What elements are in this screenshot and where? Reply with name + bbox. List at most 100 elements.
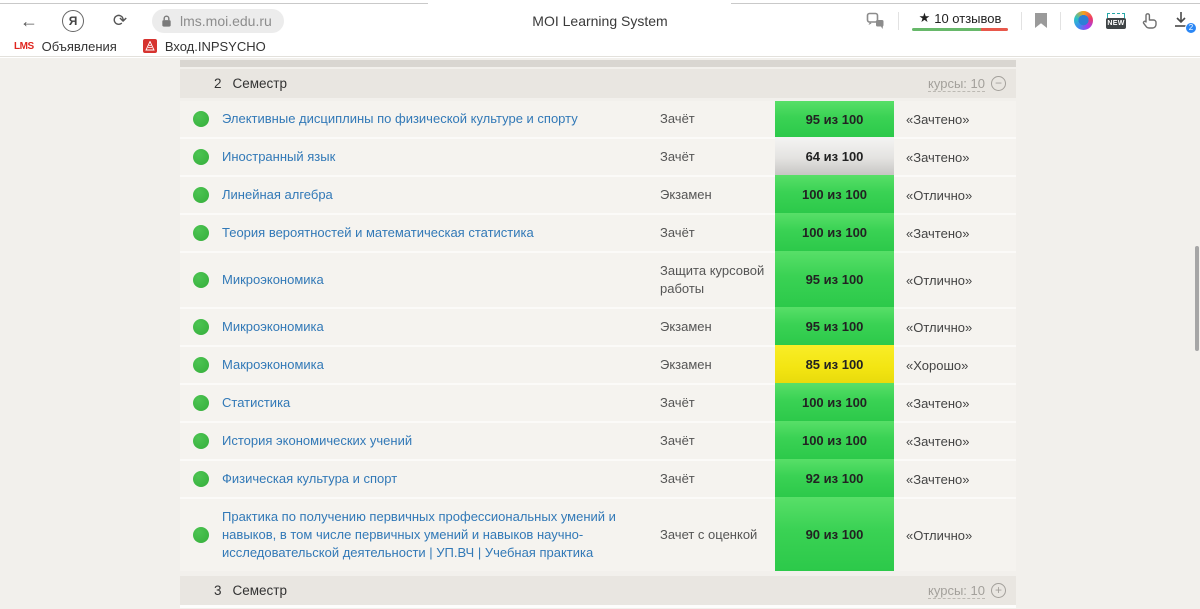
previous-section-edge	[180, 60, 1016, 67]
grade-text: «Зачтено»	[894, 139, 1016, 175]
refresh-button[interactable]: ⟳	[106, 12, 134, 29]
courses-count-link[interactable]: курсы: 10	[928, 583, 985, 599]
grade-text: «Зачтено»	[894, 215, 1016, 251]
expand-section-control[interactable]: курсы: 10 +	[928, 583, 1006, 599]
course-row: Теория вероятностей и математическая ста…	[180, 215, 1016, 251]
exam-type: Зачёт	[660, 423, 775, 459]
course-link[interactable]: История экономических учений	[222, 432, 412, 450]
score-badge: 100 из 100	[775, 213, 894, 251]
status-cell	[180, 253, 222, 307]
grade-text: «Зачтено»	[894, 423, 1016, 459]
score-cell: 100 из 100	[775, 215, 894, 251]
rating-label: 10 отзывов	[934, 11, 1001, 26]
grade-text: «Отлично»	[894, 499, 1016, 571]
course-link[interactable]: Иностранный язык	[222, 148, 335, 166]
download-icon[interactable]: 2	[1172, 10, 1192, 32]
semester-title: Семестр	[233, 76, 288, 91]
course-cell: Микроэкономика	[222, 253, 660, 307]
course-row: Микроэкономика Защита курсовой работы 95…	[180, 253, 1016, 307]
score-badge: 100 из 100	[775, 383, 894, 421]
course-row: Макроэкономика Экзамен 85 из 100 «Хорошо…	[180, 347, 1016, 383]
lms-favicon: LMS	[14, 41, 34, 52]
toolbar-right-icons: ★ 10 отзывов NEW 2	[866, 5, 1192, 36]
yandex-logo-icon[interactable]: Я	[62, 10, 84, 32]
grade-text: «Отлично»	[894, 177, 1016, 213]
score-cell: 95 из 100	[775, 309, 894, 345]
status-cell	[180, 101, 222, 137]
exam-type: Зачёт	[660, 385, 775, 421]
chat-pins-icon[interactable]	[866, 12, 885, 30]
exam-type: Экзамен	[660, 177, 775, 213]
course-row: Физическая культура и спорт Зачёт 92 из …	[180, 461, 1016, 497]
star-icon: ★	[919, 10, 931, 26]
download-count-badge: 2	[1185, 22, 1197, 34]
status-cell	[180, 177, 222, 213]
browser-toolbar: ← Я ⟳ lms.moi.edu.ru MOI Learning System…	[0, 5, 1200, 36]
site-rating[interactable]: ★ 10 отзывов	[912, 10, 1008, 31]
score-cell: 100 из 100	[775, 423, 894, 459]
courses-count-link[interactable]: курсы: 10	[928, 76, 985, 92]
course-row: Практика по получению первичных професси…	[180, 499, 1016, 571]
status-dot-icon	[193, 111, 209, 127]
course-link[interactable]: Элективные дисциплины по физической куль…	[222, 110, 578, 128]
course-row: История экономических учений Зачёт 100 и…	[180, 423, 1016, 459]
bookmark-label: Объявления	[42, 39, 117, 54]
status-dot-icon	[193, 272, 209, 288]
score-cell: 92 из 100	[775, 461, 894, 497]
minus-circle-icon[interactable]: −	[991, 76, 1006, 91]
back-button[interactable]: ←	[14, 12, 44, 30]
lms-page-content: 2 Семестр курсы: 10 − Элективные дисципл…	[0, 58, 1200, 609]
course-row: Элективные дисциплины по физической куль…	[180, 101, 1016, 137]
course-row: Иностранный язык Зачёт 64 из 100 «Зачтен…	[180, 139, 1016, 175]
course-link[interactable]: Макроэкономика	[222, 356, 324, 374]
grade-text: «Отлично»	[894, 253, 1016, 307]
course-cell: Линейная алгебра	[222, 177, 660, 213]
status-cell	[180, 139, 222, 175]
status-cell	[180, 215, 222, 251]
score-cell: 95 из 100	[775, 253, 894, 307]
score-badge: 95 из 100	[775, 307, 894, 345]
collapse-section-control[interactable]: курсы: 10 −	[928, 76, 1006, 92]
extension-circle-icon[interactable]	[1074, 11, 1093, 30]
exam-type: Зачёт	[660, 215, 775, 251]
course-link[interactable]: Линейная алгебра	[222, 186, 333, 204]
score-cell: 100 из 100	[775, 177, 894, 213]
new-badge: NEW	[1106, 18, 1126, 29]
course-table-body: Элективные дисциплины по физической куль…	[180, 101, 1016, 571]
screenshot-extension-icon[interactable]: NEW	[1106, 13, 1126, 29]
course-link[interactable]: Статистика	[222, 394, 290, 412]
bookmark-label: Вход.INPSYCHO	[165, 39, 266, 54]
score-cell: 90 из 100	[775, 499, 894, 571]
semester-number: 2	[214, 76, 222, 91]
course-link[interactable]: Физическая культура и спорт	[222, 470, 397, 488]
status-cell	[180, 347, 222, 383]
exam-type: Зачёт	[660, 139, 775, 175]
rating-bar	[912, 28, 1008, 31]
grade-text: «Зачтено»	[894, 385, 1016, 421]
glove-icon[interactable]	[1139, 11, 1159, 31]
course-link[interactable]: Микроэкономика	[222, 271, 324, 289]
section-header-semester-2: 2 Семестр курсы: 10 −	[180, 69, 1016, 98]
exam-type: Зачёт	[660, 461, 775, 497]
plus-circle-icon[interactable]: +	[991, 583, 1006, 598]
divider	[1060, 12, 1061, 30]
bookmark-flag-icon[interactable]	[1035, 13, 1047, 28]
status-cell	[180, 461, 222, 497]
course-row: Линейная алгебра Экзамен 100 из 100 «Отл…	[180, 177, 1016, 213]
course-cell: Микроэкономика	[222, 309, 660, 345]
bookmark-item-announcements[interactable]: LMS Объявления	[14, 39, 117, 54]
course-link[interactable]: Микроэкономика	[222, 318, 324, 336]
tab-edge-right	[731, 3, 1200, 4]
address-bar[interactable]: lms.moi.edu.ru	[152, 9, 284, 33]
status-dot-icon	[193, 357, 209, 373]
course-cell: Статистика	[222, 385, 660, 421]
course-table: 2 Семестр курсы: 10 − Элективные дисципл…	[180, 60, 1016, 608]
course-link[interactable]: Теория вероятностей и математическая ста…	[222, 224, 534, 242]
scrollbar-thumb[interactable]	[1195, 246, 1199, 351]
course-link[interactable]: Практика по получению первичных професси…	[222, 508, 642, 562]
score-cell: 64 из 100	[775, 139, 894, 175]
status-dot-icon	[193, 225, 209, 241]
grade-text: «Хорошо»	[894, 347, 1016, 383]
bookmark-item-inpsycho[interactable]: Вход.INPSYCHO	[143, 39, 266, 54]
status-dot-icon	[193, 395, 209, 411]
